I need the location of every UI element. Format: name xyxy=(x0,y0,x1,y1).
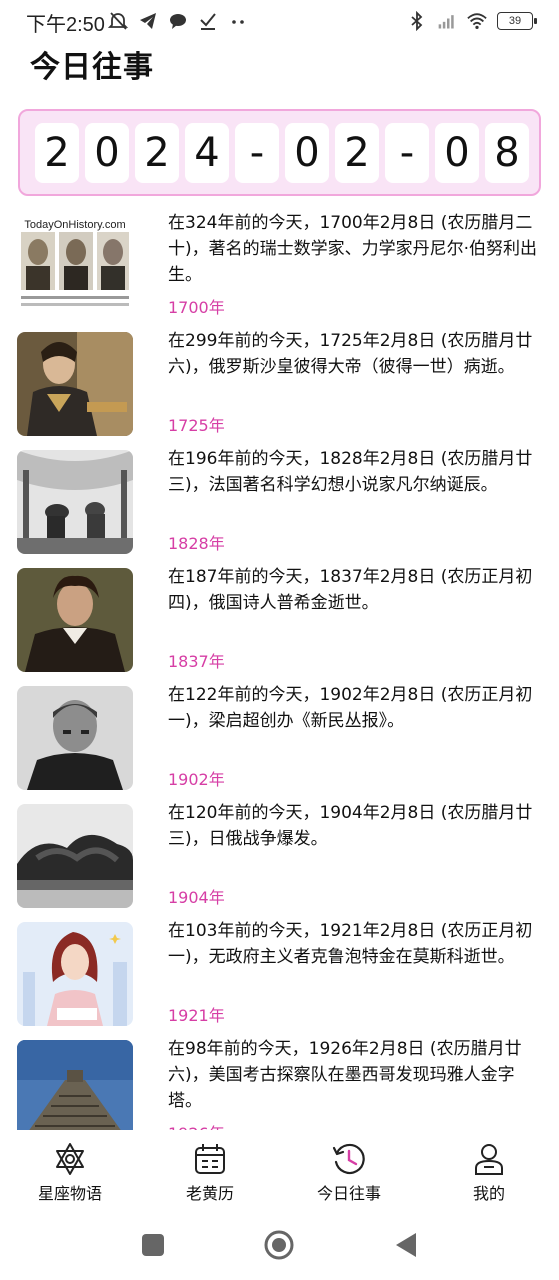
date-digit: 8 xyxy=(485,123,529,183)
event-description: 在120年前的今天，1904年2月8日 (农历腊月廿三)，日俄战争爆发。 xyxy=(168,803,533,849)
date-separator: - xyxy=(385,123,429,183)
event-item[interactable]: 在196年前的今天，1828年2月8日 (农历腊月廿三)，法国著名科学幻想小说家… xyxy=(0,444,559,562)
event-description: 在103年前的今天，1921年2月8日 (农历正月初一)，无政府主义者克鲁泡特金… xyxy=(168,921,533,967)
battery-level: 39 xyxy=(508,15,522,27)
event-description: 在196年前的今天，1828年2月8日 (农历腊月廿三)，法国著名科学幻想小说家… xyxy=(168,449,533,495)
event-description: 在122年前的今天，1902年2月8日 (农历正月初一)，梁启超创办《新民丛报》… xyxy=(168,685,533,731)
event-list[interactable]: TodayOnHistory.com 在324年前的今天，1700年2月8日 (… xyxy=(0,208,559,1130)
event-thumbnail xyxy=(17,450,133,554)
event-thumbnail xyxy=(17,686,133,790)
history-clock-icon xyxy=(332,1143,365,1175)
event-item[interactable]: 在98年前的今天，1926年2月8日 (农历腊月廿六)，美国考古探察队在墨西哥发… xyxy=(0,1034,559,1130)
nav-label: 星座物语 xyxy=(37,1184,102,1203)
event-year: 1828年 xyxy=(168,534,225,553)
event-item[interactable]: TodayOnHistory.com 在324年前的今天，1700年2月8日 (… xyxy=(0,208,559,326)
event-item[interactable]: 在103年前的今天，1921年2月8日 (农历正月初一)，无政府主义者克鲁泡特金… xyxy=(0,916,559,1034)
event-year: 1926年 xyxy=(168,1120,225,1130)
telegram-icon xyxy=(140,13,156,29)
event-thumbnail xyxy=(17,332,133,436)
event-item[interactable]: 在187年前的今天，1837年2月8日 (农历正月初四)，俄国诗人普希金逝世。 … xyxy=(0,562,559,680)
bluetooth-icon xyxy=(411,11,423,31)
system-navigation-bar xyxy=(0,1210,559,1280)
status-time: 下午2:50 xyxy=(26,14,105,36)
date-display: 2 0 2 4 - 0 2 - 0 8 xyxy=(18,109,541,196)
mute-icon xyxy=(108,12,128,30)
date-digit: 0 xyxy=(285,123,329,183)
event-year: 1904年 xyxy=(168,888,225,907)
status-notification-icons xyxy=(108,10,248,32)
calendar-icon xyxy=(195,1144,225,1174)
battery-icon: 39 xyxy=(497,12,537,30)
event-description: 在324年前的今天，1700年2月8日 (农历腊月二十)，著名的瑞士数学家、力学… xyxy=(168,213,538,285)
status-system-icons: 39 xyxy=(407,10,537,32)
chat-bubble-icon xyxy=(170,14,186,29)
event-year: 1837年 xyxy=(168,652,225,671)
event-year: 1725年 xyxy=(168,416,225,435)
recents-square-icon[interactable] xyxy=(138,1230,168,1260)
bottom-navigation: 星座物语 老黄历 今日往事 我的 xyxy=(0,1130,559,1210)
nav-tab-horoscope[interactable]: 星座物语 xyxy=(0,1142,140,1204)
nav-label: 我的 xyxy=(472,1184,505,1203)
date-separator: - xyxy=(235,123,279,183)
page-title: 今日往事 xyxy=(30,50,154,85)
date-digit: 0 xyxy=(435,123,479,183)
nav-label: 老黄历 xyxy=(185,1184,234,1203)
event-thumbnail xyxy=(17,1040,133,1130)
date-digit: 2 xyxy=(335,123,379,183)
event-item[interactable]: 在120年前的今天，1904年2月8日 (农历腊月廿三)，日俄战争爆发。 190… xyxy=(0,798,559,916)
status-bar: 下午2:50 39 xyxy=(0,0,559,42)
home-circle-icon[interactable] xyxy=(264,1230,294,1260)
back-triangle-icon[interactable] xyxy=(392,1230,422,1260)
date-digit: 0 xyxy=(85,123,129,183)
check-icon xyxy=(200,13,216,30)
event-item[interactable]: 在299年前的今天，1725年2月8日 (农历腊月廿六)，俄罗斯沙皇彼得大帝（彼… xyxy=(0,326,559,444)
event-item[interactable]: 在122年前的今天，1902年2月8日 (农历正月初一)，梁启超创办《新民丛报》… xyxy=(0,680,559,798)
event-description: 在299年前的今天，1725年2月8日 (农历腊月廿六)，俄罗斯沙皇彼得大帝（彼… xyxy=(168,331,533,377)
wifi-icon xyxy=(467,13,487,29)
event-thumbnail xyxy=(17,568,133,672)
date-digit: 2 xyxy=(135,123,179,183)
date-digit: 2 xyxy=(35,123,79,183)
event-year: 1700年 xyxy=(168,298,225,317)
event-thumbnail xyxy=(17,804,133,908)
signal-icon xyxy=(438,15,454,29)
event-description: 在98年前的今天，1926年2月8日 (农历腊月廿六)，美国考古探察队在墨西哥发… xyxy=(168,1039,522,1111)
event-description: 在187年前的今天，1837年2月8日 (农历正月初四)，俄国诗人普希金逝世。 xyxy=(168,567,533,613)
event-year: 1921年 xyxy=(168,1006,225,1025)
thumbnail-caption: TodayOnHistory.com xyxy=(24,219,125,231)
more-dots-icon xyxy=(232,20,244,24)
nav-tab-today-history[interactable]: 今日往事 xyxy=(279,1142,419,1204)
nav-label: 今日往事 xyxy=(316,1184,381,1203)
event-thumbnail xyxy=(17,922,133,1026)
date-digit: 4 xyxy=(185,123,229,183)
event-year: 1902年 xyxy=(168,770,225,789)
event-thumbnail: TodayOnHistory.com xyxy=(17,214,133,318)
person-icon xyxy=(475,1144,503,1175)
nav-tab-profile[interactable]: 我的 xyxy=(419,1142,559,1204)
star-of-david-icon xyxy=(56,1143,84,1175)
nav-tab-almanac[interactable]: 老黄历 xyxy=(140,1142,280,1204)
